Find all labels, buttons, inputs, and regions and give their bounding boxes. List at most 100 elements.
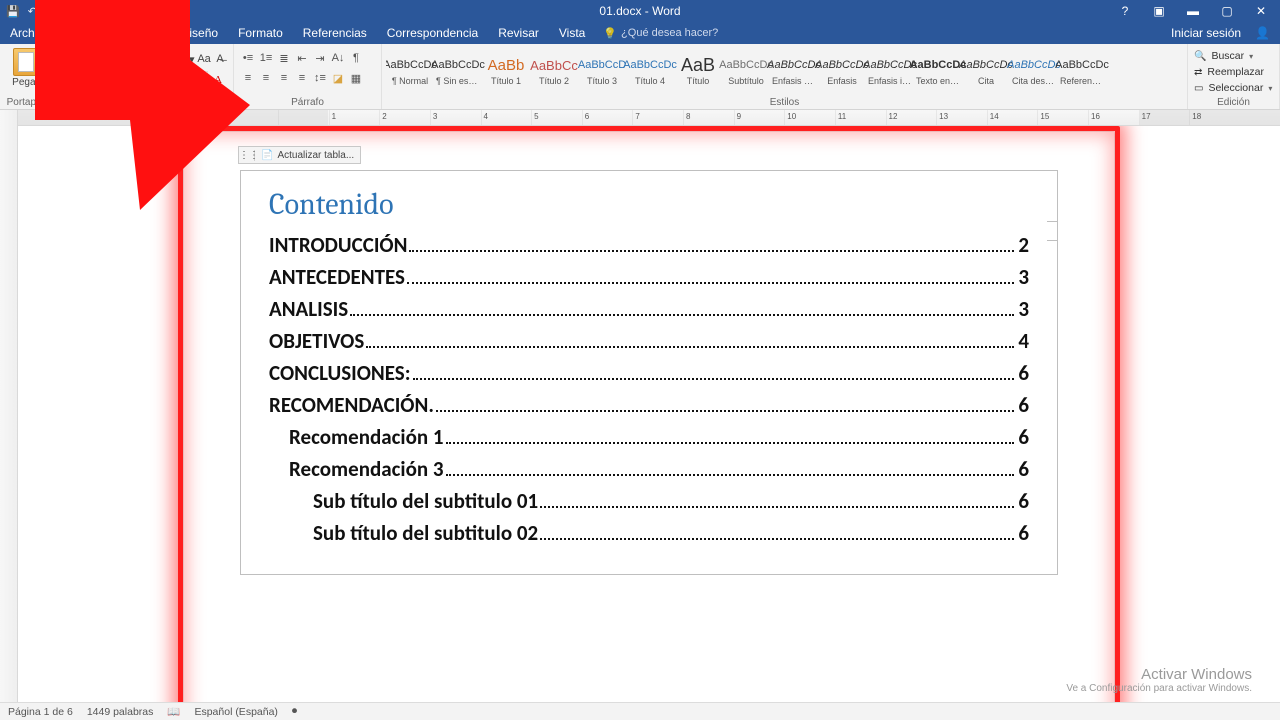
sort-icon[interactable]: A↓: [330, 50, 346, 66]
qat-customize-icon[interactable]: ▾: [62, 5, 68, 18]
vertical-ruler[interactable]: [0, 110, 18, 702]
line-spacing-icon[interactable]: ↕≡: [312, 70, 328, 86]
tab-formato[interactable]: Formato: [228, 22, 293, 44]
group-paragraph: •≡ 1≡ ≣ ⇤ ⇥ A↓ ¶ ≡ ≡ ≡ ≡ ↕≡ ◪ ▦ Párrafo: [234, 44, 382, 109]
toc-leader: [540, 496, 1014, 508]
style-tile[interactable]: AaBbCcDcSubtítulo: [722, 48, 770, 94]
tab-insertar[interactable]: Insertar: [110, 22, 171, 44]
style-tile[interactable]: AaBbCcDcCita: [962, 48, 1010, 94]
status-word-count[interactable]: 1449 palabras: [87, 706, 154, 718]
strikethrough-icon[interactable]: abc: [115, 71, 133, 89]
grow-font-icon[interactable]: A▴: [165, 50, 179, 68]
font-name-combo[interactable]: Calibri Light (T ▾: [58, 50, 135, 68]
toc-entry[interactable]: INTRODUCCIÓN 2: [269, 232, 1029, 258]
style-tile[interactable]: AaBbTítulo 1: [482, 48, 530, 94]
toc-entry[interactable]: Recomendación 3 6: [269, 456, 1029, 482]
status-page[interactable]: Página 1 de 6: [8, 706, 73, 718]
align-right-icon[interactable]: ≡: [276, 70, 292, 86]
style-tile[interactable]: AaBbCcDTítulo 3: [578, 48, 626, 94]
style-tile[interactable]: AaBbCcDc¶ Sin espa...: [434, 48, 482, 94]
style-tile[interactable]: AaBbCcDcÉnfasis: [818, 48, 866, 94]
font-color-icon[interactable]: A: [209, 71, 227, 89]
replace-button[interactable]: Reemplazar: [1194, 64, 1273, 80]
numbering-icon[interactable]: 1≡: [258, 50, 274, 66]
toc-title: Contenido: [269, 187, 1029, 222]
toc-entry[interactable]: RECOMENDACIÓN. 6: [269, 392, 1029, 418]
tab-archivo[interactable]: Archivo: [0, 22, 62, 44]
bullets-icon[interactable]: •≡: [240, 50, 256, 66]
bold-icon[interactable]: N: [58, 71, 76, 89]
clear-formatting-icon[interactable]: A̶: [213, 50, 227, 68]
tab-vista[interactable]: Vista: [549, 22, 595, 44]
table-of-contents[interactable]: Contenido INTRODUCCIÓN 2 ANTECEDENTES 3 AN…: [240, 170, 1058, 575]
paste-button[interactable]: Pegar: [6, 48, 45, 88]
style-tile[interactable]: AaBbCcDcTítulo 4: [626, 48, 674, 94]
style-tile[interactable]: AaBbCcDcCita desta...: [1010, 48, 1058, 94]
shrink-font-icon[interactable]: A▾: [181, 50, 195, 68]
style-tile[interactable]: AaBbCcDcTexto en n...: [914, 48, 962, 94]
status-language[interactable]: Español (España): [194, 706, 277, 718]
sign-in-link[interactable]: Iniciar sesión: [1171, 26, 1241, 40]
style-tile[interactable]: AaBbCcDc¶ Normal: [386, 48, 434, 94]
macro-record-icon[interactable]: ⏺: [292, 705, 297, 718]
tell-me-search[interactable]: ¿Qué desea hacer?: [603, 22, 718, 44]
tab-referencias[interactable]: Referencias: [293, 22, 377, 44]
highlight-icon[interactable]: ✎: [190, 71, 208, 89]
justify-icon[interactable]: ≡: [294, 70, 310, 86]
shading-icon[interactable]: ◪: [330, 70, 346, 86]
style-tile[interactable]: AaBbCcDcÉnfasis sutil: [770, 48, 818, 94]
toc-entry[interactable]: Sub título del subtitulo 01 6: [269, 488, 1029, 514]
save-icon[interactable]: 💾: [6, 5, 20, 18]
toc-entry-page: 6: [1018, 488, 1029, 514]
minimize-icon[interactable]: ▬: [1178, 0, 1208, 22]
style-tile[interactable]: AaBbCcDcÉnfasis int...: [866, 48, 914, 94]
toc-entry[interactable]: ANALISIS 3: [269, 296, 1029, 322]
close-icon[interactable]: ✕: [1246, 0, 1276, 22]
font-name-value: Calibri Light (T: [63, 48, 126, 70]
document-page[interactable]: ⋮⋮ Actualizar tabla... Contenido INTRODU…: [184, 132, 1114, 702]
toc-entry[interactable]: Recomendación 1 6: [269, 424, 1029, 450]
text-effects-icon[interactable]: A: [171, 71, 189, 89]
align-left-icon[interactable]: ≡: [240, 70, 256, 86]
styles-gallery[interactable]: AaBbCcDc¶ NormalAaBbCcDc¶ Sin espa...AaB…: [386, 48, 1183, 96]
toc-entry[interactable]: OBJETIVOS 4: [269, 328, 1029, 354]
tab-inicio[interactable]: Inicio: [62, 22, 110, 44]
ribbon-display-options-icon[interactable]: ▣: [1144, 0, 1174, 22]
toc-entry[interactable]: CONCLUSIONES: 6: [269, 360, 1029, 386]
horizontal-ruler[interactable]: 123456789101112131415161718: [18, 110, 1280, 126]
toc-entry[interactable]: ANTECEDENTES 3: [269, 264, 1029, 290]
update-table-button[interactable]: Actualizar tabla...: [255, 150, 360, 161]
toc-grip-icon[interactable]: ⋮⋮: [239, 150, 255, 161]
toc-entry-page: 3: [1018, 296, 1029, 322]
font-size-combo[interactable]: 22 ▾: [137, 50, 164, 68]
style-tile[interactable]: AaBbCcDcReferencia...: [1058, 48, 1106, 94]
toc-field-handle[interactable]: ⋮⋮ Actualizar tabla...: [238, 146, 361, 164]
superscript-icon[interactable]: x²: [152, 71, 170, 89]
decrease-indent-icon[interactable]: ⇤: [294, 50, 310, 66]
tab-correspondencia[interactable]: Correspondencia: [377, 22, 488, 44]
change-case-icon[interactable]: Aa: [197, 50, 211, 68]
underline-icon[interactable]: S: [96, 71, 114, 89]
multilevel-icon[interactable]: ≣: [276, 50, 292, 66]
align-center-icon[interactable]: ≡: [258, 70, 274, 86]
tab-diseno[interactable]: Diseño: [171, 22, 228, 44]
select-button[interactable]: Seleccionar ▾: [1194, 80, 1273, 96]
style-tile[interactable]: AaBbCcTítulo 2: [530, 48, 578, 94]
subscript-icon[interactable]: x₂: [134, 71, 152, 89]
find-button[interactable]: Buscar ▾: [1194, 48, 1273, 64]
help-icon[interactable]: ?: [1110, 0, 1140, 22]
chevron-down-icon: ▾: [155, 55, 159, 64]
increase-indent-icon[interactable]: ⇥: [312, 50, 328, 66]
redo-icon[interactable]: ↷: [45, 5, 54, 18]
share-button[interactable]: 👤: [1255, 26, 1270, 40]
maximize-icon[interactable]: ▢: [1212, 0, 1242, 22]
borders-icon[interactable]: ▦: [348, 70, 364, 86]
tab-revisar[interactable]: Revisar: [488, 22, 549, 44]
style-tile[interactable]: AaBTítulo: [674, 48, 722, 94]
toc-entry[interactable]: Sub título del subtitulo 02 6: [269, 520, 1029, 546]
undo-icon[interactable]: ↶: [28, 5, 37, 18]
proofing-icon[interactable]: 📖: [167, 705, 180, 718]
group-label-styles: Estilos: [382, 97, 1187, 108]
italic-icon[interactable]: K: [77, 71, 95, 89]
show-marks-icon[interactable]: ¶: [348, 50, 364, 66]
